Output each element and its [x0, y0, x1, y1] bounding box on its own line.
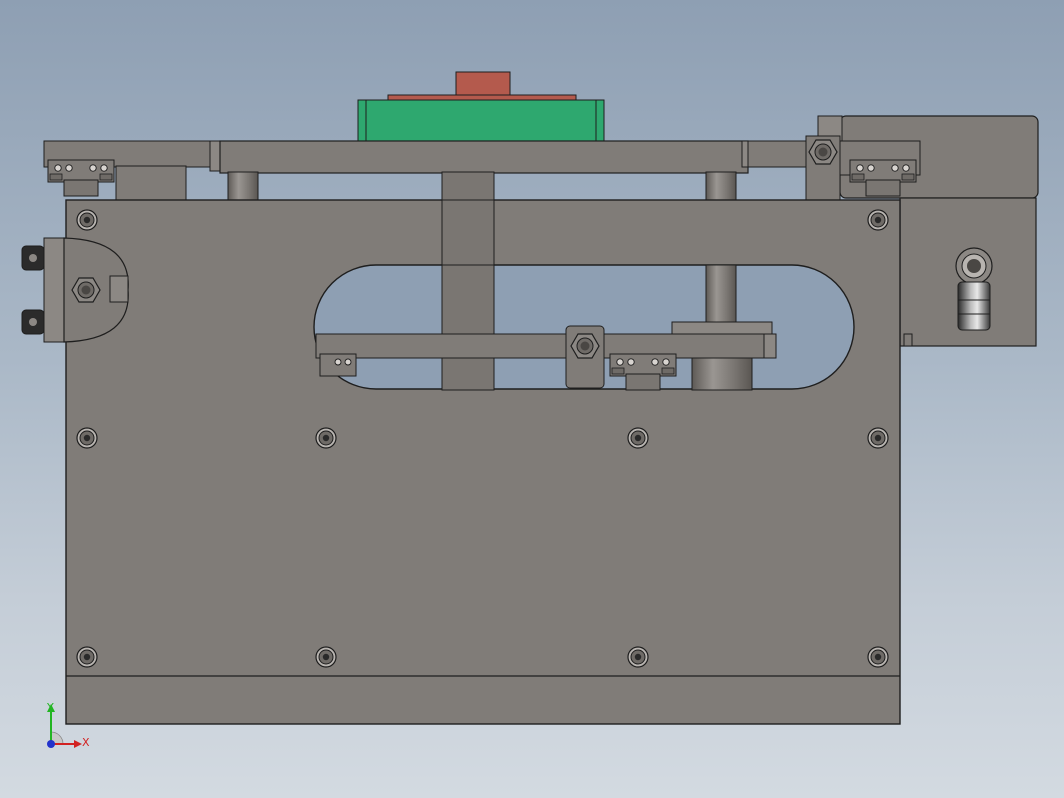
x-axis-label: X [82, 736, 90, 749]
top-green-block[interactable] [357, 71, 605, 143]
y-axis-label: Y [47, 701, 54, 714]
screw-icon [315, 646, 337, 668]
pneumatic-fitting[interactable] [955, 247, 993, 331]
screw-icon [627, 646, 649, 668]
main-plate[interactable] [65, 171, 901, 725]
screw-icon [76, 209, 98, 231]
screw-icon [315, 427, 337, 449]
screw-icon [867, 209, 889, 231]
screw-icon [867, 646, 889, 668]
screw-icon [867, 427, 889, 449]
z-axis-dot-icon [47, 740, 55, 748]
cad-viewport[interactable] [0, 0, 1064, 798]
screw-icon [627, 427, 649, 449]
screw-icon [76, 646, 98, 668]
linear-guide-block-left [47, 159, 115, 197]
left-clamp[interactable] [21, 237, 129, 343]
screw-icon [76, 427, 98, 449]
